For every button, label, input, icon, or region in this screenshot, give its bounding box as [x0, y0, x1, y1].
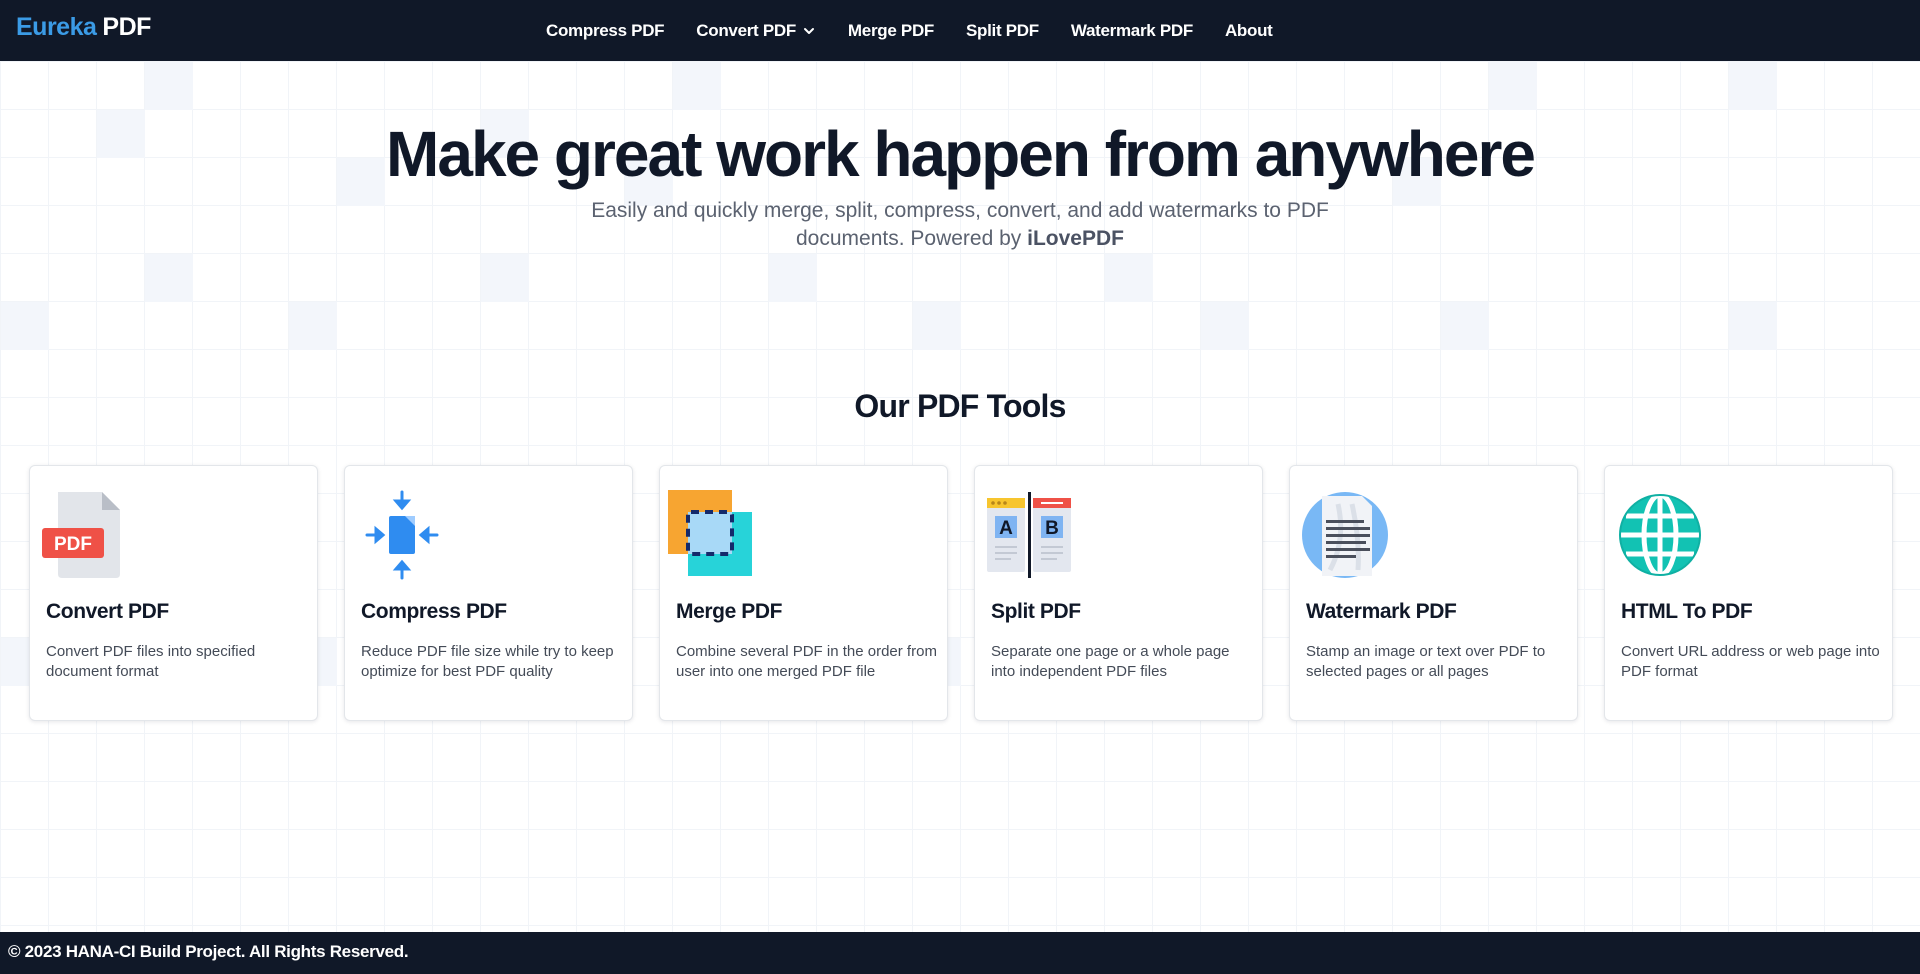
split-label-a: A: [999, 518, 1013, 539]
hero-title: Make great work happen from anywhere: [386, 118, 1536, 190]
nav-merge-pdf[interactable]: Merge PDF: [832, 21, 950, 41]
globe-icon: [1619, 492, 1701, 578]
nav-watermark-pdf[interactable]: Watermark PDF: [1055, 21, 1209, 41]
nav-link-label: Watermark PDF: [1070, 20, 1193, 40]
background-tile: [673, 62, 721, 110]
nav-links: Compress PDF Convert PDF Merge PDF Split…: [530, 0, 1289, 61]
background-tile: [145, 254, 193, 302]
background-tile: [1441, 302, 1489, 350]
hero-subtitle-text: Easily and quickly merge, split, compres…: [591, 199, 1329, 250]
hero-subtitle: Easily and quickly merge, split, compres…: [550, 197, 1370, 253]
split-label-b: B: [1045, 518, 1059, 539]
powered-by-link[interactable]: iLovePDF: [1027, 227, 1124, 250]
nav-link-label: Convert PDF: [696, 20, 796, 40]
card-description: Stamp an image or text over PDF to selec…: [1306, 643, 1546, 680]
brand-suffix: PDF: [102, 13, 151, 41]
tool-card-convert-pdf[interactable]: PDF Convert PDF Convert PDF files into s…: [29, 465, 318, 721]
footer: © 2023 HANA-CI Build Project. All Rights…: [0, 932, 1920, 974]
merge-icon: [668, 490, 752, 576]
background-tile: [145, 62, 193, 110]
background-tile: [1489, 62, 1537, 110]
chevron-down-icon: [803, 27, 814, 34]
card-description: Combine several PDF in the order from us…: [676, 643, 937, 680]
tool-card-watermark-pdf[interactable]: Watermark PDF Stamp an image or text ove…: [1289, 465, 1578, 721]
background-tile: [913, 302, 961, 350]
nav-split-pdf[interactable]: Split PDF: [950, 21, 1055, 41]
card-title: Compress PDF: [361, 600, 507, 623]
tool-card-split-pdf[interactable]: A B Split PDF Separate one page or a who…: [974, 465, 1263, 721]
card-title: HTML To PDF: [1621, 600, 1753, 623]
background-tile: [481, 254, 529, 302]
nav-link-label: Split PDF: [966, 20, 1039, 40]
watermark-icon: [1302, 492, 1388, 578]
card-title: Watermark PDF: [1306, 600, 1457, 623]
card-description: Separate one page or a whole page into i…: [991, 643, 1230, 680]
pdf-file-icon: PDF: [42, 492, 120, 578]
nav-compress-pdf[interactable]: Compress PDF: [530, 21, 680, 41]
card-title: Split PDF: [991, 600, 1081, 623]
compress-icon: [365, 490, 439, 580]
nav-link-label: About: [1224, 20, 1273, 40]
copyright-text: © 2023 HANA-CI Build Project. All Rights…: [8, 942, 409, 961]
background-tile: [769, 254, 817, 302]
background-tile: [1, 302, 49, 350]
brand-name: Eureka: [16, 13, 97, 41]
nav-convert-pdf-dropdown[interactable]: Convert PDF: [680, 21, 832, 41]
brand-logo[interactable]: Eureka PDF: [16, 13, 151, 42]
card-description: Reduce PDF file size while try to keep o…: [361, 643, 614, 680]
top-navbar: Eureka PDF Compress PDF Convert PDF Merge…: [0, 0, 1920, 61]
tools-section-title: Our PDF Tools: [854, 388, 1066, 424]
card-title: Merge PDF: [676, 600, 783, 623]
hero-section: Make great work happen from anywhere Eas…: [0, 115, 1920, 253]
background-tile: [1201, 302, 1249, 350]
background-tile: [1729, 302, 1777, 350]
background-tile: [289, 302, 337, 350]
split-icon: A B: [987, 492, 1071, 578]
tool-card-html-to-pdf[interactable]: HTML To PDF Convert URL address or web p…: [1604, 465, 1893, 721]
background-tile: [1105, 254, 1153, 302]
tools-grid: PDF Convert PDF Convert PDF files into s…: [29, 465, 1893, 721]
card-title: Convert PDF: [46, 600, 169, 623]
card-description: Convert URL address or web page into PDF…: [1621, 643, 1880, 680]
nav-link-label: Merge PDF: [847, 20, 935, 40]
card-description: Convert PDF files into specified documen…: [46, 643, 256, 680]
nav-about[interactable]: About: [1209, 21, 1289, 41]
background-tile: [1729, 62, 1777, 110]
pdf-badge-text: PDF: [54, 534, 92, 555]
tool-card-compress-pdf[interactable]: Compress PDF Reduce PDF file size while …: [344, 465, 633, 721]
nav-link-label: Compress PDF: [546, 20, 665, 40]
tool-card-merge-pdf[interactable]: Merge PDF Combine several PDF in the ord…: [659, 465, 948, 721]
